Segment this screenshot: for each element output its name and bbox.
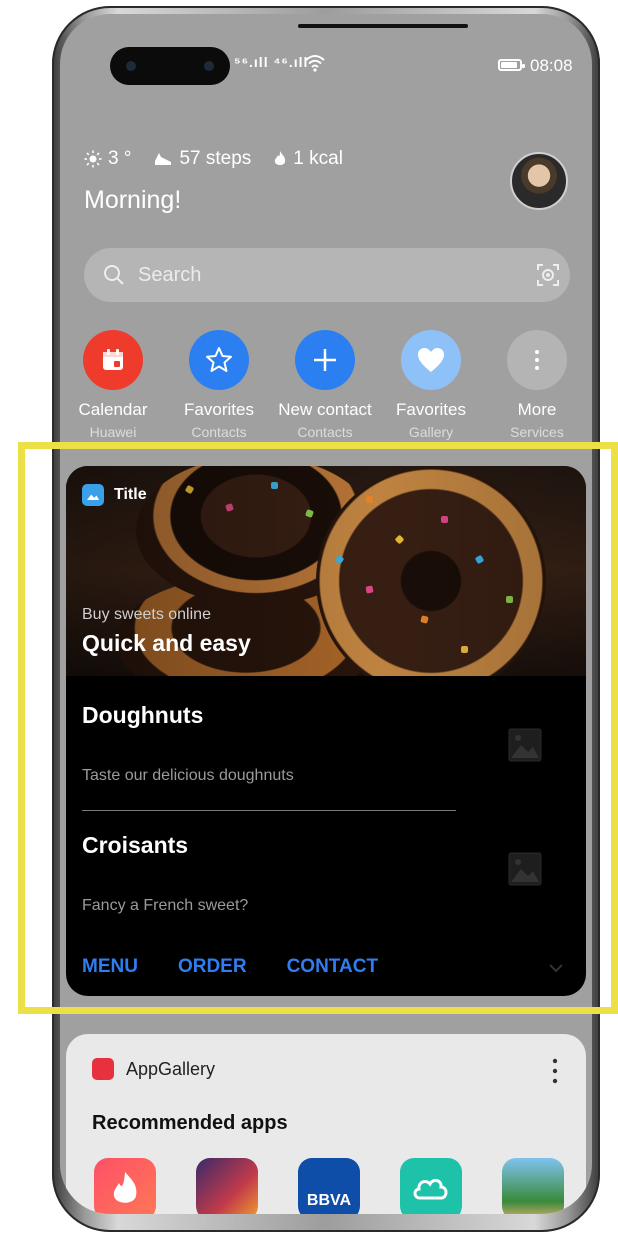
game-app-icon[interactable] — [196, 1158, 258, 1214]
shortcut-label: More — [517, 400, 557, 419]
star-icon — [189, 330, 249, 390]
appgallery-name: AppGallery — [126, 1058, 216, 1079]
shortcut-sub: Services — [510, 424, 564, 440]
sun-icon — [84, 150, 102, 168]
flame-icon — [275, 151, 286, 165]
temperature: 3 ° — [108, 148, 132, 169]
shortcut-favorites-gallery[interactable]: Favorites Gallery — [378, 330, 484, 440]
search-icon — [104, 265, 124, 285]
camera-lens-icon — [126, 61, 136, 71]
camera-lens-icon — [204, 61, 214, 71]
shortcut-favorites-contacts[interactable]: Favorites Contacts — [166, 330, 272, 440]
plus-icon — [295, 330, 355, 390]
avatar[interactable] — [510, 152, 568, 210]
recommended-apps-title: Recommended apps — [92, 1112, 288, 1134]
shortcut-sub: Contacts — [191, 424, 247, 440]
search-bar[interactable] — [84, 248, 570, 302]
highlight-box — [18, 442, 618, 1014]
shortcut-more-services[interactable]: More Services — [484, 330, 590, 440]
more-vertical-icon — [507, 330, 567, 390]
huawei-appgallery-icon — [92, 1058, 114, 1080]
shoe-icon — [155, 153, 172, 165]
search-input[interactable] — [138, 248, 498, 302]
bbva-app-icon[interactable]: BBVA — [298, 1158, 360, 1214]
shortcut-sub: Contacts — [297, 424, 353, 440]
shortcut-label: Favorites — [396, 400, 466, 419]
shortcut-label: Calendar — [78, 400, 148, 419]
shortcut-label: New contact — [278, 400, 372, 419]
calories-count: 1 kcal — [293, 148, 343, 169]
front-camera — [110, 47, 230, 85]
appgallery-header: AppGallery — [92, 1058, 215, 1080]
shortcut-sub: Huawei — [89, 424, 137, 440]
shortcut-row: Calendar Huawei Favorites Contacts New c… — [60, 330, 592, 450]
scan-icon[interactable] — [536, 263, 560, 287]
shortcut-sub: Gallery — [408, 424, 454, 440]
shortcut-new-contact[interactable]: New contact Contacts — [272, 330, 378, 440]
shortcut-label: Favorites — [184, 400, 254, 419]
steps-item[interactable]: 57 steps — [153, 148, 251, 170]
wifi-icon — [305, 55, 325, 72]
steps-count: 57 steps — [179, 148, 252, 169]
bbva-label: BBVA — [306, 1192, 352, 1209]
tinder-app-icon[interactable] — [94, 1158, 156, 1214]
signal-strength: ⁵⁶.ıll ⁴⁶.ıll — [234, 54, 309, 70]
health-weather-summary: 3 ° 57 steps 1 kcal — [84, 148, 343, 170]
more-vertical-icon[interactable] — [552, 1058, 558, 1084]
shortcut-calendar[interactable]: Calendar Huawei — [60, 330, 166, 440]
calendar-icon — [83, 330, 143, 390]
clock: 08:08 — [530, 56, 573, 75]
rise-of-kingdoms-app-icon[interactable] — [502, 1158, 564, 1214]
heart-icon — [401, 330, 461, 390]
cloud-app-icon[interactable] — [400, 1158, 462, 1214]
appgallery-card: AppGallery Recommended apps BBVA — [66, 1034, 586, 1214]
weather-item[interactable]: 3 ° — [84, 148, 131, 170]
greeting-text: Morning! — [84, 186, 182, 214]
calories-item[interactable]: 1 kcal — [273, 148, 343, 170]
status-bar: ⁵⁶.ıll ⁴⁶.ıll 08:08 — [60, 14, 592, 104]
battery-icon — [498, 59, 525, 71]
